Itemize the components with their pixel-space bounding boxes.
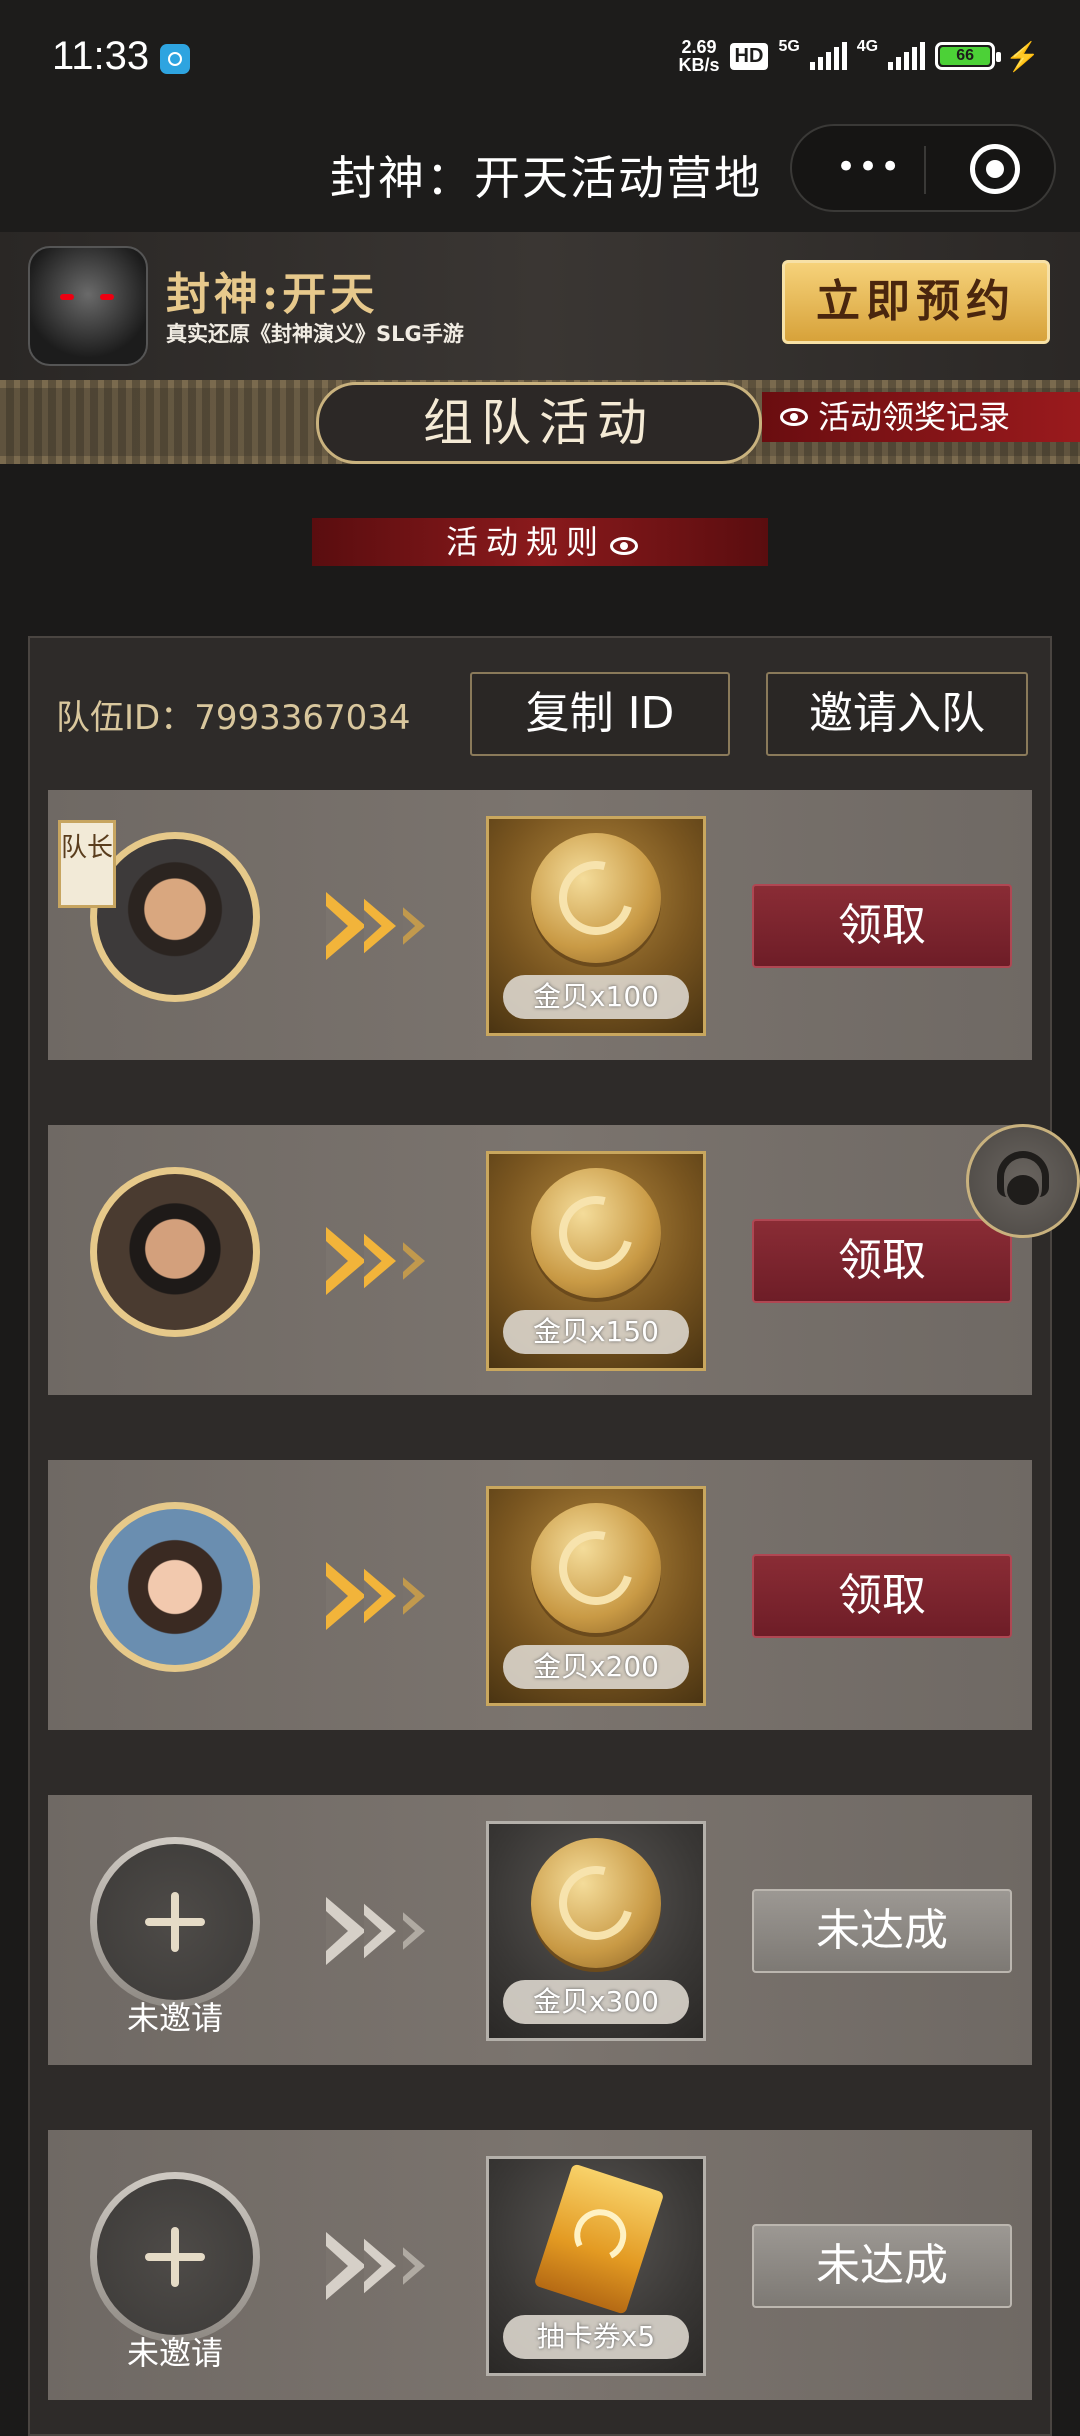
reward-label: 金贝x100 xyxy=(503,975,689,1019)
gold-shell-coin-icon xyxy=(531,1503,661,1633)
eye-icon xyxy=(780,408,808,426)
game-name: 封神:开天 xyxy=(166,269,379,320)
claim-button[interactable]: 领取 xyxy=(752,1554,1012,1638)
reward-box: 金贝x150 xyxy=(486,1151,706,1371)
not-achieved-button: 未达成 xyxy=(752,1889,1012,1973)
mini-program-capsule: ••• xyxy=(790,124,1056,212)
signal-5g-icon xyxy=(809,42,847,70)
reward-records-label: 活动领奖记录 xyxy=(818,398,1011,436)
gold-shell-coin-icon xyxy=(531,833,661,963)
double-chevron-icon xyxy=(326,2232,446,2302)
game-subtitle: 真实还原《封神演义》SLG手游 xyxy=(166,322,464,346)
empty-slot-avatar[interactable] xyxy=(90,1837,260,2007)
rules-label: 活动规则 xyxy=(445,523,606,561)
reward-label: 金贝x300 xyxy=(503,1980,689,2024)
section-title: 组队活动 xyxy=(316,382,762,464)
hd-badge: HD xyxy=(729,42,769,70)
reward-box: 金贝x300 xyxy=(486,1821,706,2041)
plus-icon xyxy=(145,1892,205,1952)
reward-label: 抽卡券x5 xyxy=(503,2315,689,2359)
page-title: 封神：开天活动营地 xyxy=(330,151,762,205)
status-bar: 11:33 2.69 KB/s HD 5G 4G 66 ⚡ xyxy=(0,0,1080,120)
eye-icon xyxy=(610,537,638,555)
draw-ticket-icon xyxy=(533,2163,665,2315)
avatar-image xyxy=(97,839,253,995)
title-bar: 封神：开天活动营地 ••• xyxy=(0,120,1080,232)
status-time: 11:33 xyxy=(52,34,150,78)
reserve-button[interactable]: 立即预约 xyxy=(782,260,1050,344)
avatar-image xyxy=(97,1509,253,1665)
empty-slot-avatar[interactable] xyxy=(90,2172,260,2342)
rules-button[interactable]: 活动规则 xyxy=(312,518,768,566)
invite-team-button[interactable]: 邀请入队 xyxy=(766,672,1028,756)
reward-box: 金贝x100 xyxy=(486,816,706,1036)
team-id: 队伍ID：7993367034 xyxy=(56,698,411,738)
target-circle-icon[interactable] xyxy=(970,144,1020,194)
reward-label: 金贝x200 xyxy=(503,1645,689,1689)
reward-row: 金贝x200 领取 xyxy=(48,1460,1032,1730)
not-invited-label: 未邀请 xyxy=(126,1999,223,2037)
not-invited-label: 未邀请 xyxy=(126,2334,223,2372)
gold-shell-coin-icon xyxy=(531,1168,661,1298)
double-chevron-icon xyxy=(326,1897,446,1967)
network-speed: 2.69 KB/s xyxy=(679,38,720,74)
dragon-game-icon xyxy=(28,246,148,366)
not-achieved-button: 未达成 xyxy=(752,2224,1012,2308)
double-chevron-icon xyxy=(326,1227,446,1297)
gold-shell-coin-icon xyxy=(531,1838,661,1968)
battery-level: 66 xyxy=(940,47,991,65)
reward-row: 队长 金贝x100 领取 xyxy=(48,790,1032,1060)
app-notification-icon xyxy=(160,44,190,74)
reward-row: 金贝x150 领取 xyxy=(48,1125,1032,1395)
battery-icon: 66 xyxy=(935,42,1002,70)
capsule-divider xyxy=(924,146,926,194)
charging-icon: ⚡ xyxy=(1005,40,1040,72)
signal-4g-icon xyxy=(888,42,926,70)
reward-row: 未邀请 抽卡券x5 未达成 xyxy=(48,2130,1032,2400)
claim-button[interactable]: 领取 xyxy=(752,1219,1012,1303)
reward-label: 金贝x150 xyxy=(503,1310,689,1354)
network-5g-label: 5G xyxy=(778,38,800,55)
reward-records-link[interactable]: 活动领奖记录 xyxy=(762,392,1080,442)
network-speed-value: 2.69 xyxy=(681,37,717,57)
leader-badge: 队长 xyxy=(58,820,116,908)
reward-box: 抽卡券x5 xyxy=(486,2156,706,2376)
double-chevron-icon xyxy=(326,1562,446,1632)
network-speed-unit: KB/s xyxy=(678,55,720,75)
reward-row: 未邀请 金贝x300 未达成 xyxy=(48,1795,1032,2065)
avatar-image xyxy=(97,1174,253,1330)
plus-icon xyxy=(145,2227,205,2287)
avatar xyxy=(90,1502,260,1672)
game-banner: 封神:开天 真实还原《封神演义》SLG手游 立即预约 xyxy=(0,232,1080,380)
double-chevron-icon xyxy=(326,892,446,962)
status-indicators: 2.69 KB/s HD 5G 4G 66 ⚡ xyxy=(679,38,1040,74)
claim-button[interactable]: 领取 xyxy=(752,884,1012,968)
avatar xyxy=(90,1167,260,1337)
more-dots-icon[interactable]: ••• xyxy=(836,150,902,184)
customer-service-icon[interactable] xyxy=(966,1124,1080,1238)
network-4g-label: 4G xyxy=(856,38,879,55)
copy-id-button[interactable]: 复制 ID xyxy=(470,672,730,756)
reward-box: 金贝x200 xyxy=(486,1486,706,1706)
